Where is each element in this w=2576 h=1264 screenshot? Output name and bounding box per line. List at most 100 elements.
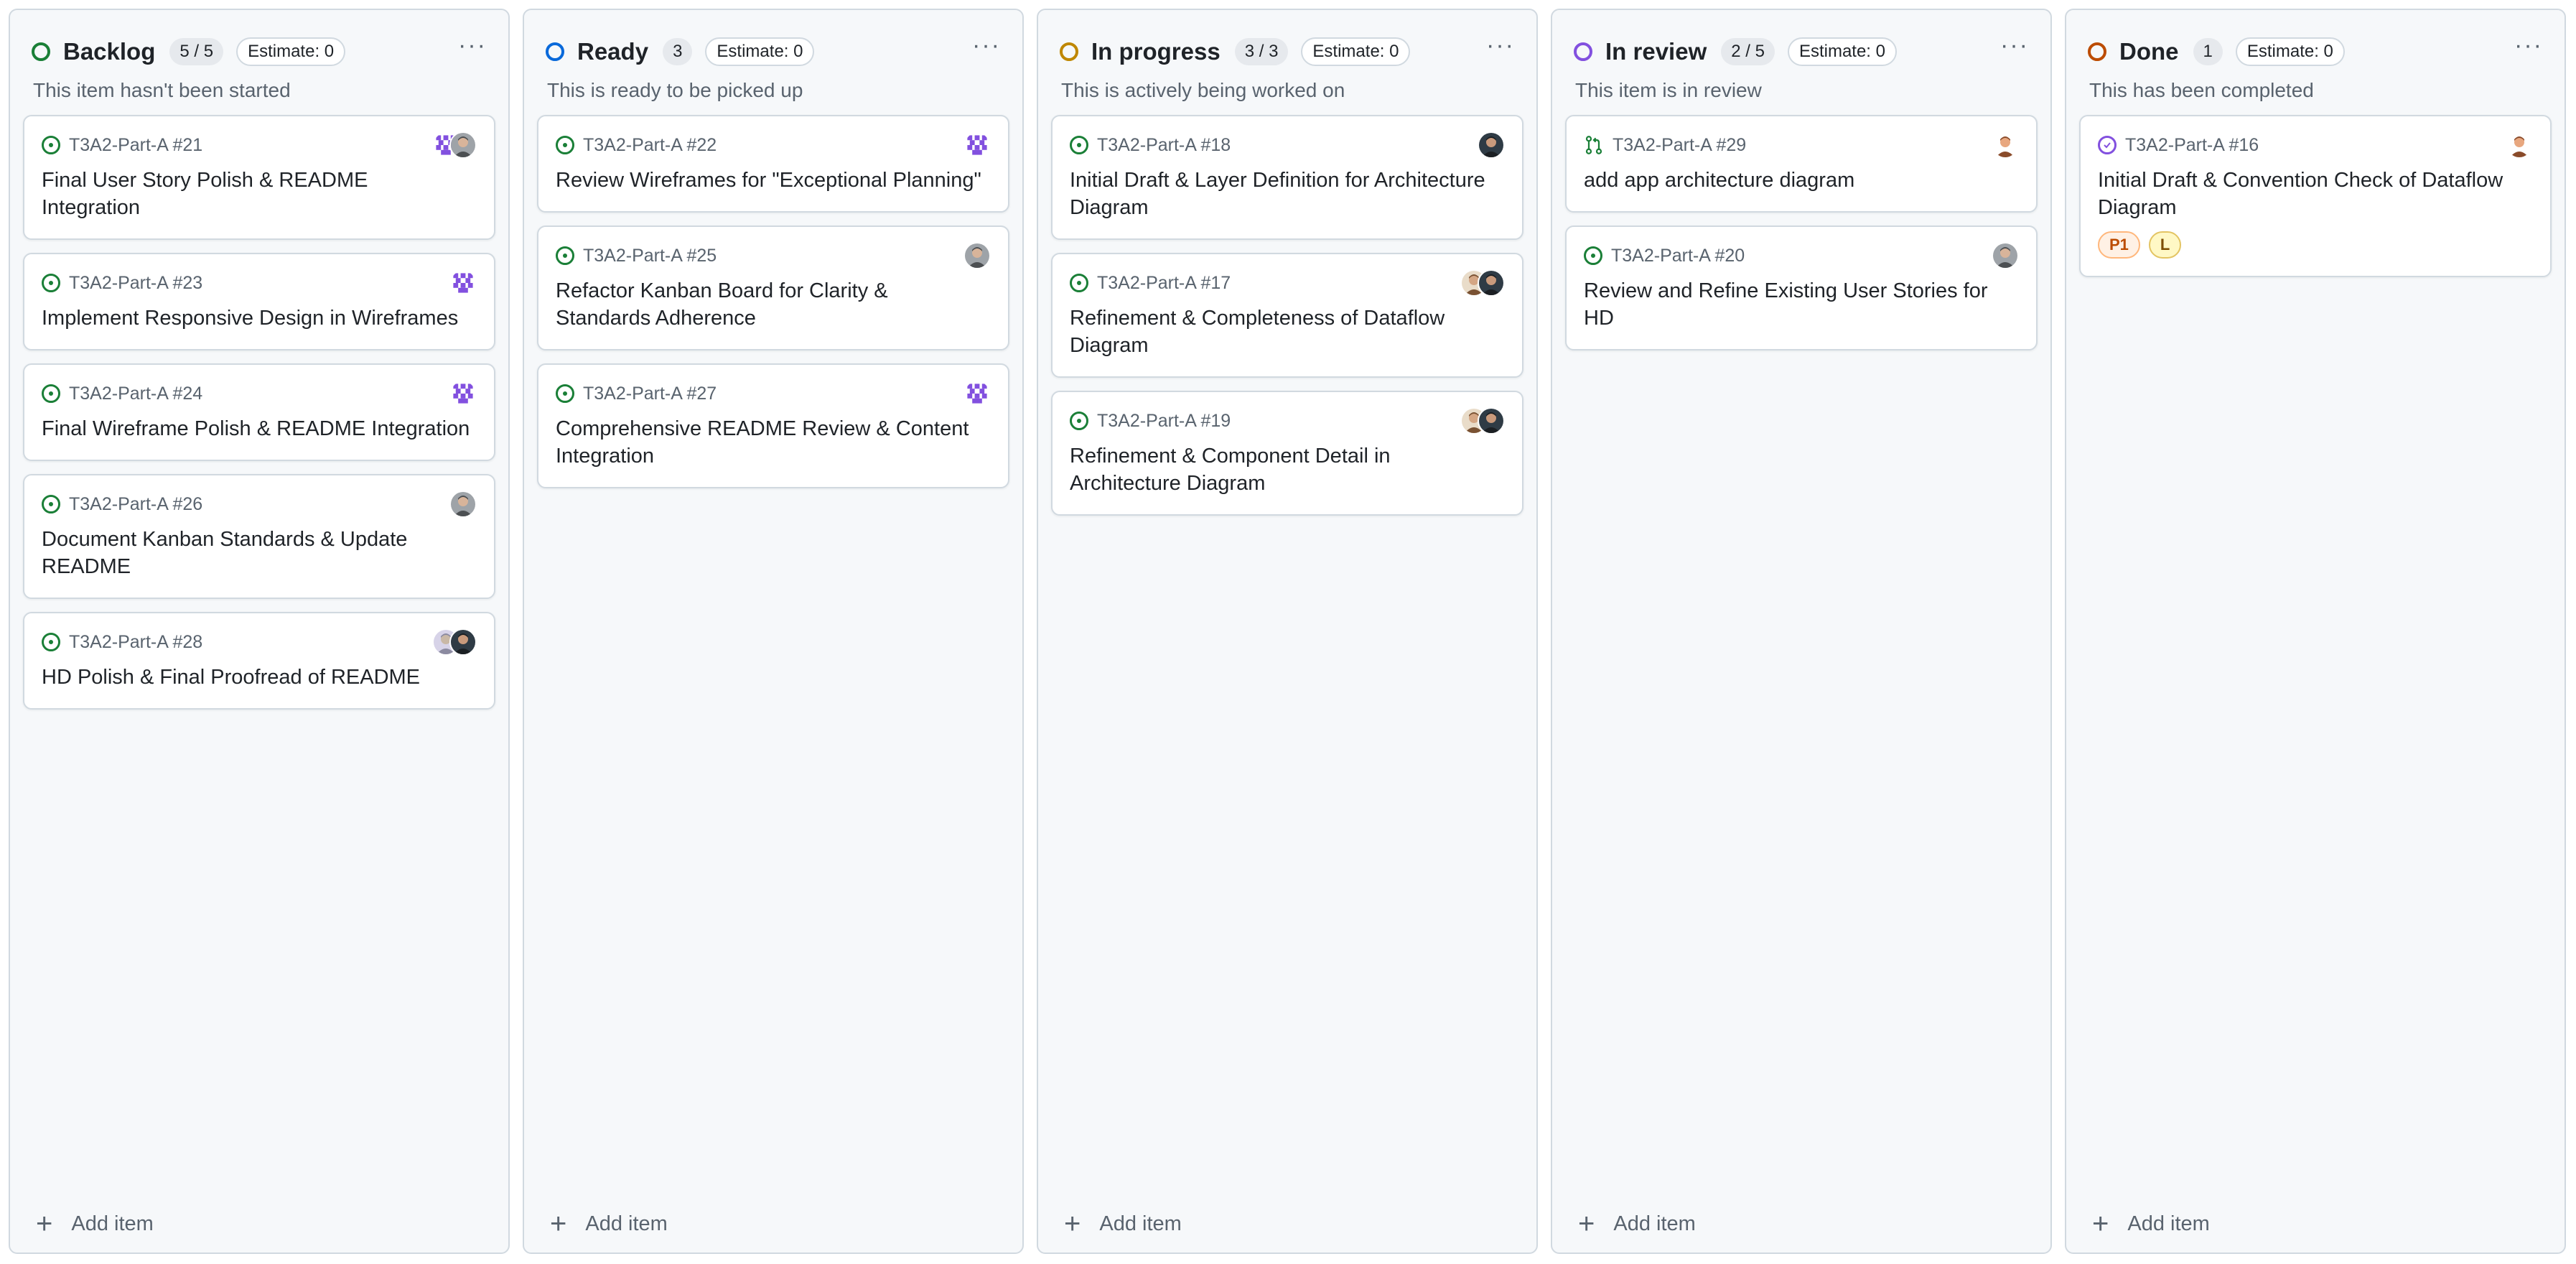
card-list: T3A2-Part-A #22 Review Wireframes for "Ex… bbox=[537, 115, 1009, 501]
card-meta: T3A2-Part-A #25 bbox=[556, 242, 991, 269]
item-count-badge: 3 bbox=[663, 38, 693, 65]
column-description: This item hasn't been started bbox=[33, 79, 291, 101]
column-backlog: Backlog 5 / 5 Estimate: 0 ··· This item hasn… bbox=[9, 9, 510, 1254]
item-count-badge: 2 / 5 bbox=[1721, 38, 1775, 65]
label-badge[interactable]: L bbox=[2148, 231, 2182, 259]
column-menu-icon[interactable]: ··· bbox=[1486, 33, 1515, 65]
item-count-badge: 3 / 3 bbox=[1234, 38, 1289, 65]
card-meta: T3A2-Part-A #19 bbox=[1070, 407, 1505, 434]
card-title[interactable]: Final User Story Polish & README Integra… bbox=[42, 167, 477, 221]
column-in-review: In review 2 / 5 Estimate: 0 ··· This item is… bbox=[1551, 9, 2052, 1254]
card-reference[interactable]: T3A2-Part-A #18 bbox=[1097, 135, 1231, 156]
card-title[interactable]: Review Wireframes for "Exceptional Plann… bbox=[556, 167, 991, 194]
assignee-avatar[interactable] bbox=[963, 131, 991, 159]
issue-open-icon bbox=[556, 136, 574, 154]
card-reference[interactable]: T3A2-Part-A #22 bbox=[583, 135, 717, 156]
status-circle-icon bbox=[1060, 42, 1078, 61]
assignee-avatar[interactable] bbox=[449, 380, 477, 407]
board-card[interactable]: T3A2-Part-A #25 Refactor Kanban Board for… bbox=[537, 226, 1009, 350]
assignee-avatar[interactable] bbox=[963, 242, 991, 269]
column-done: Done 1 Estimate: 0 ··· This has been complet… bbox=[2065, 9, 2566, 1254]
issue-closed-icon bbox=[2098, 136, 2117, 154]
card-reference[interactable]: T3A2-Part-A #17 bbox=[1097, 273, 1231, 294]
board-card[interactable]: T3A2-Part-A #26 Document Kanban Standards… bbox=[23, 474, 495, 599]
board-card[interactable]: T3A2-Part-A #23 Implement Responsive Desi… bbox=[23, 253, 495, 350]
card-title[interactable]: Comprehensive README Review & Content In… bbox=[556, 415, 991, 470]
assignee-avatar[interactable] bbox=[449, 491, 477, 518]
assignee-avatar[interactable] bbox=[449, 269, 477, 297]
estimate-badge: Estimate: 0 bbox=[2235, 37, 2345, 66]
card-title[interactable]: Refinement & Completeness of Dataflow Di… bbox=[1070, 305, 1505, 359]
board-card[interactable]: T3A2-Part-A #24 Final Wireframe Polish & … bbox=[23, 363, 495, 461]
status-circle-icon bbox=[32, 42, 50, 61]
add-item-button[interactable]: + Add item bbox=[550, 1209, 668, 1238]
column-menu-icon[interactable]: ··· bbox=[458, 33, 487, 65]
assignee-avatars bbox=[1460, 269, 1505, 297]
card-meta: T3A2-Part-A #18 bbox=[1070, 131, 1505, 159]
pull-request-icon bbox=[1585, 136, 1602, 154]
add-item-button[interactable]: + Add item bbox=[2092, 1209, 2210, 1238]
board-card[interactable]: T3A2-Part-A #22 Review Wireframes for "Ex… bbox=[537, 115, 1009, 213]
card-title[interactable]: Refinement & Component Detail in Archite… bbox=[1070, 442, 1505, 497]
card-reference[interactable]: T3A2-Part-A #24 bbox=[69, 384, 202, 404]
card-reference[interactable]: T3A2-Part-A #28 bbox=[69, 632, 202, 653]
assignee-avatar[interactable] bbox=[1478, 131, 1505, 159]
assignee-avatars bbox=[449, 380, 477, 407]
card-title[interactable]: HD Polish & Final Proofread of README bbox=[42, 664, 477, 691]
add-item-button[interactable]: + Add item bbox=[1578, 1209, 1696, 1238]
card-reference[interactable]: T3A2-Part-A #16 bbox=[2125, 135, 2259, 156]
card-title[interactable]: Implement Responsive Design in Wireframe… bbox=[42, 305, 477, 332]
card-reference[interactable]: T3A2-Part-A #23 bbox=[69, 273, 202, 294]
add-item-button[interactable]: + Add item bbox=[1064, 1209, 1182, 1238]
plus-icon: + bbox=[550, 1208, 567, 1240]
card-meta: T3A2-Part-A #16 bbox=[2098, 131, 2533, 159]
assignee-avatars bbox=[963, 380, 991, 407]
card-reference[interactable]: T3A2-Part-A #25 bbox=[583, 246, 717, 266]
card-title[interactable]: Review and Refine Existing User Stories … bbox=[1584, 277, 2019, 332]
card-title[interactable]: Refactor Kanban Board for Clarity & Stan… bbox=[556, 277, 991, 332]
assignee-avatar[interactable] bbox=[1992, 242, 2019, 269]
issue-open-icon bbox=[42, 274, 60, 292]
card-title[interactable]: Initial Draft & Layer Definition for Arc… bbox=[1070, 167, 1505, 221]
assignee-avatar[interactable] bbox=[1478, 269, 1505, 297]
card-title[interactable]: Initial Draft & Convention Check of Data… bbox=[2098, 167, 2533, 221]
board-card[interactable]: T3A2-Part-A #28 HD Polish & Final Proofre… bbox=[23, 612, 495, 710]
card-title[interactable]: Document Kanban Standards & Update READM… bbox=[42, 526, 477, 580]
board-card[interactable]: T3A2-Part-A #29 add app architecture diag… bbox=[1565, 115, 2038, 213]
add-item-button[interactable]: + Add item bbox=[36, 1209, 154, 1238]
assignee-avatar[interactable] bbox=[2506, 131, 2533, 159]
board-card[interactable]: T3A2-Part-A #21 Final User Story Polish &… bbox=[23, 115, 495, 240]
assignee-avatar[interactable] bbox=[449, 131, 477, 159]
assignee-avatar[interactable] bbox=[449, 628, 477, 656]
card-reference[interactable]: T3A2-Part-A #19 bbox=[1097, 411, 1231, 432]
card-title[interactable]: add app architecture diagram bbox=[1584, 167, 2019, 194]
column-header: In progress 3 / 3 Estimate: 0 ··· bbox=[1060, 33, 1515, 69]
board-card[interactable]: T3A2-Part-A #17 Refinement & Completeness… bbox=[1051, 253, 1523, 378]
board-card[interactable]: T3A2-Part-A #16 Initial Draft & Conventio… bbox=[2079, 115, 2552, 277]
card-meta: T3A2-Part-A #26 bbox=[42, 491, 477, 518]
assignee-avatars bbox=[1478, 131, 1505, 159]
board-card[interactable]: T3A2-Part-A #20 Review and Refine Existin… bbox=[1565, 226, 2038, 350]
card-reference[interactable]: T3A2-Part-A #20 bbox=[1611, 246, 1745, 266]
card-reference[interactable]: T3A2-Part-A #21 bbox=[69, 135, 202, 156]
board-card[interactable]: T3A2-Part-A #19 Refinement & Component De… bbox=[1051, 391, 1523, 516]
card-meta: T3A2-Part-A #17 bbox=[1070, 269, 1505, 297]
add-item-label: Add item bbox=[1613, 1212, 1696, 1235]
board-card[interactable]: T3A2-Part-A #18 Initial Draft & Layer Def… bbox=[1051, 115, 1523, 240]
issue-open-icon bbox=[42, 384, 60, 403]
column-menu-icon[interactable]: ··· bbox=[2514, 33, 2543, 65]
assignee-avatar[interactable] bbox=[1992, 131, 2019, 159]
card-reference[interactable]: T3A2-Part-A #27 bbox=[583, 384, 717, 404]
assignee-avatar[interactable] bbox=[1478, 407, 1505, 434]
label-badge[interactable]: P1 bbox=[2098, 231, 2140, 259]
column-header: Backlog 5 / 5 Estimate: 0 ··· bbox=[32, 33, 487, 69]
column-menu-icon[interactable]: ··· bbox=[2000, 33, 2029, 65]
board-card[interactable]: T3A2-Part-A #27 Comprehensive README Revi… bbox=[537, 363, 1009, 488]
card-reference[interactable]: T3A2-Part-A #29 bbox=[1613, 135, 1746, 156]
card-list: T3A2-Part-A #21 Final User Story Polish &… bbox=[23, 115, 495, 722]
column-menu-icon[interactable]: ··· bbox=[972, 33, 1001, 65]
assignee-avatar[interactable] bbox=[963, 380, 991, 407]
issue-open-icon bbox=[1070, 412, 1088, 430]
card-title[interactable]: Final Wireframe Polish & README Integrat… bbox=[42, 415, 477, 442]
card-reference[interactable]: T3A2-Part-A #26 bbox=[69, 494, 202, 515]
